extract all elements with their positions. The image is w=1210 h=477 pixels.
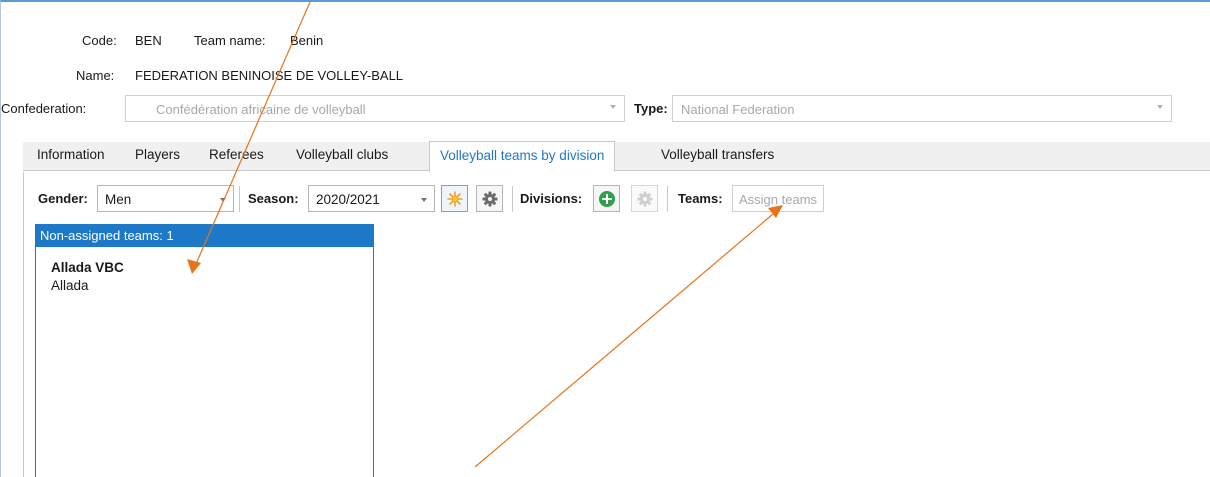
tab-volleyball-transfers[interactable]: Volleyball transfers: [661, 147, 774, 162]
teams-label: Teams:: [678, 191, 723, 206]
tab-referees[interactable]: Referees: [209, 147, 264, 162]
type-label: Type:: [634, 101, 668, 116]
code-label: Code:: [82, 33, 117, 48]
gear-icon: [637, 191, 652, 206]
season-settings-button[interactable]: [476, 185, 503, 212]
chevron-down-icon: [610, 105, 616, 109]
gender-select-value: Men: [105, 192, 132, 207]
team-name-label: Team name:: [194, 33, 266, 48]
confederation-select[interactable]: Confédération africaine de volleyball: [125, 95, 625, 122]
plus-circle-icon: [598, 190, 615, 207]
name-value: FEDERATION BENINOISE DE VOLLEY-BALL: [135, 68, 404, 83]
chevron-down-icon: [421, 198, 427, 202]
tab-volleyball-clubs[interactable]: Volleyball clubs: [296, 147, 388, 162]
tab-information[interactable]: Information: [37, 147, 105, 162]
sun-icon: [446, 190, 463, 207]
tab-strip: Information Players Referees Volleyball …: [23, 141, 1210, 172]
chevron-down-icon: [1157, 105, 1163, 109]
new-season-button[interactable]: [441, 185, 468, 212]
non-assigned-teams-header: Non-assigned teams: 1: [36, 225, 373, 247]
division-settings-button[interactable]: [631, 185, 658, 212]
code-value: BEN: [135, 33, 162, 48]
season-select-value: 2020/2021: [316, 192, 380, 207]
gender-label: Gender:: [38, 191, 88, 206]
confederation-select-value: Confédération africaine de volleyball: [156, 102, 366, 117]
add-division-button[interactable]: [593, 185, 620, 212]
toolbar-divider: [667, 186, 668, 212]
confederation-label: Confederation:: [1, 101, 87, 116]
type-select[interactable]: National Federation: [672, 95, 1172, 122]
team-name: Allada VBC: [51, 260, 124, 275]
assign-teams-button[interactable]: Assign teams: [732, 185, 825, 212]
name-label: Name:: [76, 68, 115, 83]
type-select-value: National Federation: [681, 102, 795, 117]
season-select[interactable]: 2020/2021: [308, 185, 435, 212]
tab-players[interactable]: Players: [135, 147, 180, 162]
non-assigned-teams-panel: Non-assigned teams: 1 Allada VBC Allada: [35, 224, 374, 477]
gender-select[interactable]: Men: [97, 185, 234, 212]
gear-icon: [482, 191, 497, 206]
divisions-label: Divisions:: [520, 191, 583, 206]
toolbar-divider: [239, 186, 240, 212]
team-name-value: Benin: [290, 33, 324, 48]
tab-volleyball-teams-by-division[interactable]: Volleyball teams by division: [429, 141, 616, 172]
season-label: Season:: [248, 191, 299, 206]
team-city: Allada: [51, 278, 89, 293]
team-details-window: Code: BEN Team name: Benin Name: FEDERAT…: [0, 0, 1210, 477]
toolbar-divider: [512, 186, 513, 212]
chevron-down-icon: [220, 198, 226, 202]
